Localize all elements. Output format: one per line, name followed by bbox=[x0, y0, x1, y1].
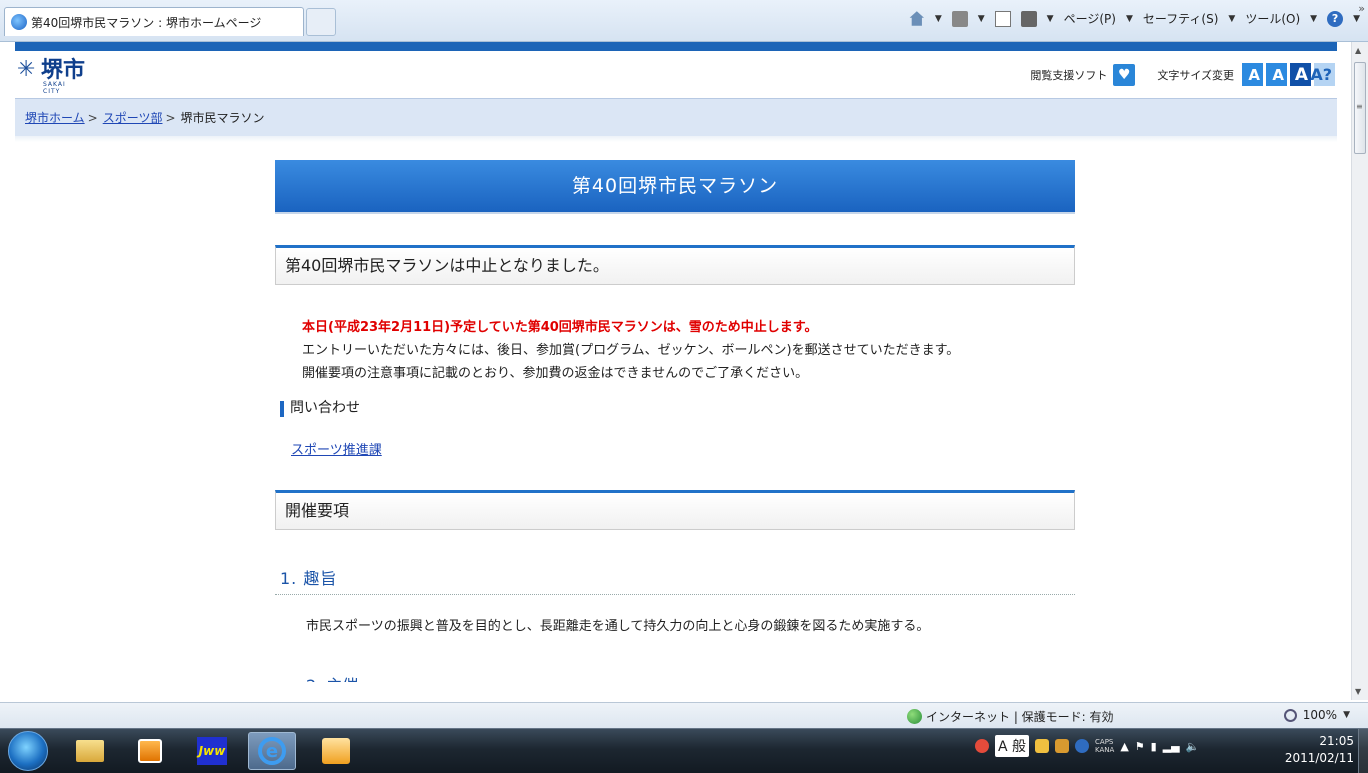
internet-explorer-icon: e bbox=[258, 737, 286, 765]
caps-kana-indicator: CAPS KANA bbox=[1095, 738, 1114, 754]
new-tab-button[interactable] bbox=[306, 8, 336, 36]
chevron-down-icon[interactable]: ▼ bbox=[1343, 710, 1350, 720]
kana-label: KANA bbox=[1095, 746, 1115, 754]
taskbar-explorer[interactable] bbox=[66, 732, 114, 770]
breadcrumb-separator: > bbox=[87, 110, 98, 125]
power-icon[interactable]: ▮ bbox=[1151, 740, 1157, 753]
chevron-down-icon[interactable]: ▼ bbox=[1353, 14, 1360, 24]
volume-muted-icon[interactable]: 🔈 bbox=[1186, 740, 1200, 753]
zoom-control[interactable]: 100% ▼ bbox=[1283, 708, 1350, 722]
zoom-icon bbox=[1283, 708, 1297, 722]
breadcrumb-shadow bbox=[15, 136, 1337, 142]
main-content: 第40回堺市民マラソン 第40回堺市民マラソンは中止となりました。 本日(平成2… bbox=[275, 160, 1075, 682]
folder-icon bbox=[76, 740, 104, 762]
scroll-up-icon[interactable]: ▲ bbox=[1355, 46, 1361, 55]
site-header: ✳ 堺市 SAKAI CITY 閲覧支援ソフト ♥ 文字サイズ変更 A A A … bbox=[15, 51, 1337, 98]
font-size-medium-button[interactable]: A bbox=[1266, 63, 1287, 86]
breadcrumb-home-link[interactable]: 堺市ホーム bbox=[25, 109, 85, 126]
logo-subtext: SAKAI CITY bbox=[43, 81, 66, 95]
show-hidden-icons-icon[interactable]: ▲ bbox=[1120, 740, 1128, 753]
web-page: ✳ 堺市 SAKAI CITY 閲覧支援ソフト ♥ 文字サイズ変更 A A A … bbox=[15, 42, 1337, 702]
header-accent-bar bbox=[15, 42, 1337, 51]
logo-text: 堺市 bbox=[41, 57, 86, 83]
cancel-notice-line: 開催要項の注意事項に記載のとおり、参加費の返金はできませんのでご了承ください。 bbox=[302, 366, 809, 381]
section-purpose-body: 市民スポーツの振興と普及を目的とし、長距離走を通して持久力の向上と心身の鍛錬を図… bbox=[306, 619, 930, 634]
safety-menu[interactable]: セーフティ(S) bbox=[1143, 10, 1219, 27]
scroll-grip-icon: ≡ bbox=[1356, 102, 1363, 111]
clock[interactable]: 21:05 2011/02/11 bbox=[1285, 733, 1354, 767]
accessibility-tools: 閲覧支援ソフト ♥ 文字サイズ変更 A A A A? bbox=[1030, 63, 1335, 86]
scroll-down-icon[interactable]: ▼ bbox=[1355, 687, 1361, 696]
start-button[interactable] bbox=[8, 731, 48, 771]
network-signal-icon[interactable]: ▂▄ bbox=[1163, 740, 1180, 753]
ime-tool-icon[interactable] bbox=[1035, 739, 1050, 753]
chevron-down-icon: ▼ bbox=[1125, 13, 1133, 24]
cancel-heading: 第40回堺市民マラソンは中止となりました。 bbox=[275, 245, 1075, 285]
section-organizer-title: 2. 主催 bbox=[275, 672, 1075, 682]
cancel-notice-alert: 本日(平成23年2月11日)予定していた第40回堺市民マラソンは、雪のため中止し… bbox=[302, 320, 818, 335]
ime-mode[interactable]: A 般 bbox=[995, 735, 1030, 757]
mail-icon[interactable] bbox=[994, 10, 1011, 27]
reading-support-heart-icon[interactable]: ♥ bbox=[1113, 63, 1136, 86]
ime-dictionary-icon[interactable] bbox=[1055, 739, 1070, 753]
chevron-down-icon: ▼ bbox=[1310, 13, 1318, 24]
globe-icon bbox=[907, 709, 922, 724]
media-player-icon bbox=[138, 739, 162, 763]
page-menu[interactable]: ページ(P) bbox=[1064, 10, 1116, 27]
font-size-label: 文字サイズ変更 bbox=[1157, 68, 1234, 82]
cancel-notice-line: エントリーいただいた方々には、後日、参加賞(プログラム、ゼッケン、ボールペン)を… bbox=[302, 343, 960, 358]
security-zone[interactable]: インターネット | 保護モード: 有効 bbox=[907, 708, 1114, 725]
browser-toolbar: 第40回堺市民マラソン : 堺市ホームページ ▼ ▼ ▼ ページ(P) ▼ セーフ… bbox=[0, 0, 1368, 42]
action-center-flag-icon[interactable]: ⚑ bbox=[1135, 740, 1145, 753]
browser-tab[interactable]: 第40回堺市民マラソン : 堺市ホームページ bbox=[4, 7, 304, 36]
chevron-down-icon[interactable]: ▼ bbox=[978, 14, 985, 24]
system-tray: A 般 CAPS KANA ▲ ⚑ ▮ ▂▄ 🔈 bbox=[975, 735, 1199, 757]
city-emblem-icon: ✳ bbox=[17, 57, 36, 82]
taskbar-mailer[interactable] bbox=[312, 732, 360, 770]
sports-promotion-link[interactable]: スポーツ推進課 bbox=[291, 443, 382, 458]
tools-menu[interactable]: ツール(O) bbox=[1245, 10, 1300, 27]
ime-help-icon[interactable] bbox=[1075, 739, 1090, 753]
command-bar: ▼ ▼ ▼ ページ(P) ▼ セーフティ(S) ▼ ツール(O) ▼ ? ▼ bbox=[909, 10, 1360, 27]
page-title: 第40回堺市民マラソン bbox=[275, 160, 1075, 214]
taskbar-media-player[interactable] bbox=[126, 732, 174, 770]
mailer-icon bbox=[322, 738, 350, 764]
zone-text: インターネット | 保護モード: 有効 bbox=[926, 710, 1114, 724]
breadcrumb-current: 堺市民マラソン bbox=[180, 111, 265, 125]
taskbar-ie[interactable]: e bbox=[248, 732, 296, 770]
status-bar: インターネット | 保護モード: 有効 100% ▼ bbox=[0, 702, 1368, 728]
font-size-small-button[interactable]: A bbox=[1242, 63, 1263, 86]
chevron-down-icon: ▼ bbox=[1228, 13, 1236, 24]
home-icon[interactable] bbox=[909, 11, 925, 26]
font-size-large-button[interactable]: A bbox=[1290, 63, 1311, 86]
chevron-down-icon[interactable]: ▼ bbox=[935, 14, 942, 24]
cancel-notice: 本日(平成23年2月11日)予定していた第40回堺市民マラソンは、雪のため中止し… bbox=[275, 316, 1075, 385]
tab-title: 第40回堺市民マラソン : 堺市ホームページ bbox=[31, 15, 262, 30]
breadcrumb-separator: > bbox=[165, 110, 176, 125]
guidelines-heading: 開催要項 bbox=[275, 490, 1075, 530]
taskbar-jww[interactable]: Jww bbox=[188, 732, 236, 770]
print-icon[interactable] bbox=[1020, 10, 1037, 27]
section-purpose-title: 1. 趣旨 bbox=[275, 565, 1075, 595]
caps-label: CAPS bbox=[1095, 738, 1114, 746]
breadcrumb-sports-link[interactable]: スポーツ部 bbox=[103, 109, 163, 126]
more-commands-icon[interactable]: » bbox=[1358, 2, 1365, 15]
zoom-level: 100% bbox=[1302, 708, 1338, 722]
inquiry-heading: 問い合わせ bbox=[280, 401, 1075, 417]
help-icon[interactable]: ? bbox=[1327, 10, 1344, 27]
taskbar: Jww e A 般 CAPS KANA ▲ ⚑ ▮ ▂▄ 🔈 21:05 2011… bbox=[0, 728, 1368, 773]
breadcrumb: 堺市ホーム > スポーツ部 > 堺市民マラソン bbox=[15, 98, 1337, 136]
clock-time: 21:05 bbox=[1319, 734, 1354, 748]
reading-support-label: 閲覧支援ソフト bbox=[1030, 68, 1108, 82]
jww-icon: Jww bbox=[197, 737, 227, 765]
security-tray-icon[interactable] bbox=[975, 739, 989, 753]
sakai-logo[interactable]: ✳ 堺市 SAKAI CITY bbox=[17, 57, 86, 96]
chevron-down-icon[interactable]: ▼ bbox=[1047, 14, 1054, 24]
ie-favicon-icon bbox=[11, 14, 27, 30]
feeds-icon[interactable] bbox=[951, 10, 968, 27]
font-size-help-button[interactable]: A? bbox=[1310, 63, 1335, 86]
vertical-scrollbar[interactable]: ▲ ≡ ▼ bbox=[1351, 42, 1368, 700]
clock-date: 2011/02/11 bbox=[1284, 751, 1354, 765]
show-desktop-button[interactable] bbox=[1358, 729, 1368, 773]
